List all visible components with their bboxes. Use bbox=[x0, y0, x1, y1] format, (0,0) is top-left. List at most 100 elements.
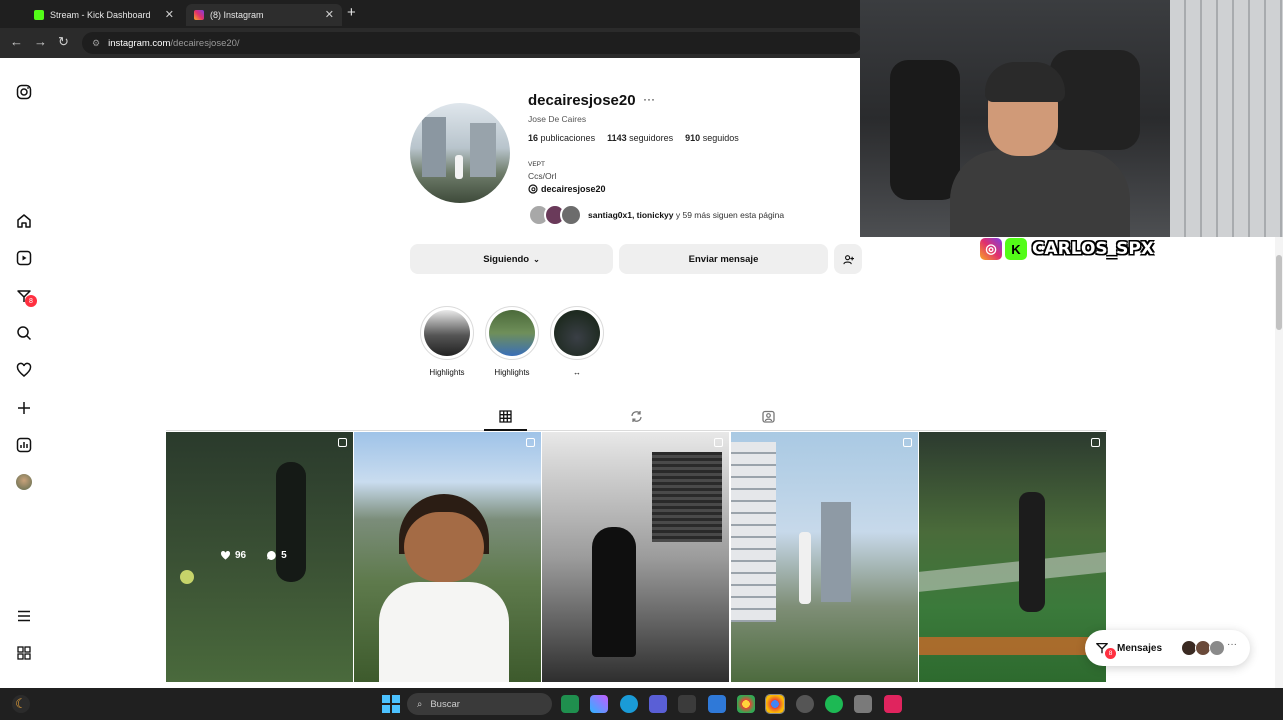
post-field-line bbox=[919, 552, 1106, 592]
url-path: /decairesjose20/ bbox=[170, 37, 240, 49]
send-message-button[interactable]: Enviar mensaje bbox=[619, 244, 828, 274]
dashboard-icon[interactable] bbox=[15, 436, 33, 454]
instagram-favicon-icon bbox=[194, 10, 204, 20]
home-icon[interactable] bbox=[15, 212, 33, 230]
chat-avatar bbox=[1209, 640, 1225, 656]
post-tile[interactable] bbox=[542, 432, 729, 682]
more-dots-icon: ··· bbox=[1227, 639, 1237, 650]
carousel-icon bbox=[714, 438, 723, 447]
threads-link[interactable]: decairesjose20 bbox=[528, 184, 606, 194]
add-user-icon bbox=[842, 254, 854, 264]
search-icon: ⌕ bbox=[417, 698, 423, 710]
post-figure bbox=[799, 532, 811, 604]
carousel-icon bbox=[903, 438, 912, 447]
edge-icon[interactable] bbox=[620, 695, 638, 713]
kick-favicon-icon bbox=[34, 10, 44, 20]
followed-by-text: santiag0x1, tionickyy y 59 más siguen es… bbox=[588, 210, 785, 220]
reels-icon[interactable] bbox=[15, 249, 33, 267]
teams-icon[interactable] bbox=[649, 695, 667, 713]
app-icon[interactable] bbox=[561, 695, 579, 713]
post-tile[interactable] bbox=[919, 432, 1106, 682]
chevron-down-icon: ⌄ bbox=[533, 254, 540, 264]
followed-by-row[interactable]: santiag0x1, tionickyy y 59 más siguen es… bbox=[528, 204, 784, 226]
more-options-icon[interactable]: ··· bbox=[643, 92, 655, 106]
add-user-button[interactable] bbox=[834, 244, 862, 274]
settings-icon[interactable] bbox=[854, 695, 872, 713]
tabs-divider bbox=[166, 430, 1107, 431]
search-icon[interactable] bbox=[15, 324, 33, 342]
site-info-icon[interactable]: ⚙ bbox=[92, 38, 100, 49]
post-figure-face bbox=[404, 512, 484, 582]
chrome-active-icon[interactable] bbox=[765, 694, 785, 714]
profile-picture[interactable] bbox=[410, 103, 510, 203]
heart-icon[interactable] bbox=[15, 361, 33, 379]
profile-stats: 16 publicaciones 1143 seguidores 910 seg… bbox=[528, 133, 739, 143]
close-tab-icon[interactable]: ✕ bbox=[165, 8, 174, 21]
reload-icon[interactable]: ↻ bbox=[58, 34, 69, 50]
profile-bio-category: VEPT bbox=[528, 161, 545, 168]
messages-pill-badge: 8 bbox=[1105, 648, 1116, 659]
post-figure bbox=[592, 527, 636, 657]
carousel-icon bbox=[526, 438, 535, 447]
windows-taskbar bbox=[0, 688, 1283, 720]
create-plus-icon[interactable] bbox=[15, 399, 33, 417]
profile-username: decairesjose20 bbox=[528, 92, 636, 109]
close-tab-icon[interactable]: ✕ bbox=[325, 8, 334, 21]
post-building bbox=[731, 442, 776, 622]
spotify-icon[interactable] bbox=[825, 695, 843, 713]
posts-grid-icon[interactable] bbox=[496, 407, 514, 425]
tiktok-icon[interactable] bbox=[884, 695, 902, 713]
copilot-icon[interactable] bbox=[590, 695, 608, 713]
back-arrow-icon[interactable]: ← bbox=[10, 34, 23, 49]
apps-icon[interactable] bbox=[15, 644, 33, 662]
taskbar-search[interactable]: ⌕ Buscar bbox=[407, 693, 552, 715]
threads-handle: decairesjose20 bbox=[541, 184, 606, 194]
highlight-item[interactable]: ↔ bbox=[549, 306, 605, 377]
messages-pill[interactable]: 8 Mensajes ··· bbox=[1085, 630, 1250, 666]
post-tile[interactable] bbox=[354, 432, 541, 682]
url-domain: instagram.com bbox=[108, 37, 171, 49]
instagram-logo-icon[interactable] bbox=[15, 83, 33, 101]
post-figure bbox=[276, 462, 306, 582]
menu-icon[interactable] bbox=[15, 607, 33, 625]
post-hover-stats: 96 5 bbox=[220, 550, 287, 561]
heart-filled-icon bbox=[220, 550, 231, 560]
post-figure-shirt bbox=[379, 582, 509, 682]
post-field-logo bbox=[919, 637, 1106, 655]
reposts-icon[interactable] bbox=[627, 407, 645, 425]
messages-label: Mensajes bbox=[1117, 642, 1163, 654]
comments-count: 5 bbox=[266, 550, 287, 561]
streamer-name: CARLOS_SPX bbox=[1032, 239, 1154, 259]
tab-instagram[interactable]: (8) Instagram ✕ bbox=[186, 4, 342, 26]
post-tile[interactable] bbox=[731, 432, 918, 682]
highlight-item[interactable]: Highlights bbox=[484, 306, 540, 377]
tagged-icon[interactable] bbox=[759, 407, 777, 425]
following-stat[interactable]: 910 seguidos bbox=[685, 133, 739, 143]
threads-icon bbox=[528, 184, 538, 194]
webcam-overlay bbox=[860, 0, 1283, 237]
store-icon[interactable] bbox=[678, 695, 696, 713]
forward-arrow-icon[interactable]: → bbox=[34, 34, 47, 49]
new-tab-icon[interactable]: + bbox=[347, 4, 356, 21]
weather-moon-icon[interactable]: ☾ bbox=[12, 695, 30, 713]
profile-bio-location: Ccs/Orl bbox=[528, 171, 557, 181]
app-icon[interactable] bbox=[796, 695, 814, 713]
following-button[interactable]: Siguiendo ⌄ bbox=[410, 244, 613, 274]
mutual-avatar bbox=[560, 204, 582, 226]
chrome-icon[interactable] bbox=[737, 695, 755, 713]
post-figure bbox=[1019, 492, 1045, 612]
tab-kick-dashboard[interactable]: Stream - Kick Dashboard ✕ bbox=[26, 4, 182, 26]
tab-title: (8) Instagram bbox=[210, 10, 264, 20]
carousel-icon bbox=[1091, 438, 1100, 447]
highlight-item[interactable]: Highlights bbox=[419, 306, 475, 377]
messages-badge: 8 bbox=[25, 295, 37, 307]
windows-start-icon[interactable] bbox=[382, 695, 400, 713]
url-field[interactable]: ⚙ instagram.com /decairesjose20/ bbox=[82, 32, 862, 54]
scrollbar-thumb[interactable] bbox=[1276, 255, 1282, 330]
comment-filled-icon bbox=[267, 551, 276, 560]
mail-icon[interactable] bbox=[708, 695, 726, 713]
followers-stat[interactable]: 1143 seguidores bbox=[607, 133, 673, 143]
kick-icon: K bbox=[1005, 238, 1027, 260]
post-vent bbox=[652, 452, 722, 542]
profile-avatar[interactable] bbox=[15, 473, 33, 491]
